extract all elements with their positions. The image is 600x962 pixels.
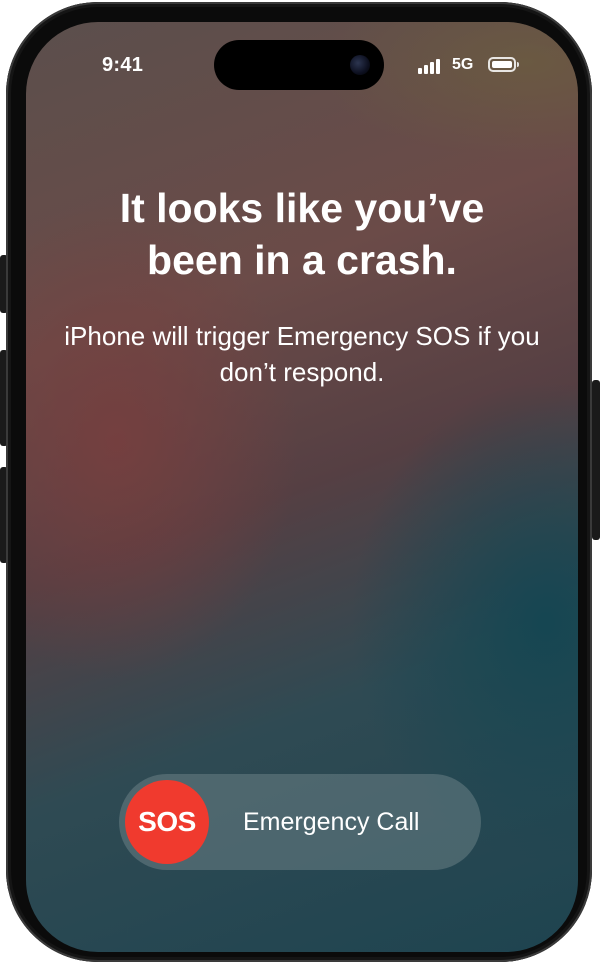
alert-message: iPhone will trigger Emergency SOS if you… xyxy=(64,321,540,387)
emergency-call-slider[interactable]: SOS Emergency Call xyxy=(119,774,481,870)
alert-title: It looks like you’ve been in a crash. xyxy=(119,185,485,283)
front-camera-icon xyxy=(350,55,370,75)
signal-bars-icon xyxy=(418,58,444,74)
crash-detection-screen: 9:41 5G It looks like you’ve been in a c… xyxy=(26,22,578,952)
status-bar: 9:41 5G xyxy=(26,22,578,92)
battery-tip xyxy=(517,62,519,67)
iphone-device: 9:41 5G It looks like you’ve been in a c… xyxy=(0,0,600,962)
status-time: 9:41 xyxy=(102,54,144,76)
sos-slider-knob[interactable]: SOS xyxy=(125,780,209,864)
side-power-button xyxy=(592,380,600,540)
emergency-call-label: Emergency Call xyxy=(243,808,420,836)
battery-icon xyxy=(488,57,516,72)
network-type: 5G xyxy=(452,56,474,73)
dynamic-island xyxy=(214,40,384,90)
